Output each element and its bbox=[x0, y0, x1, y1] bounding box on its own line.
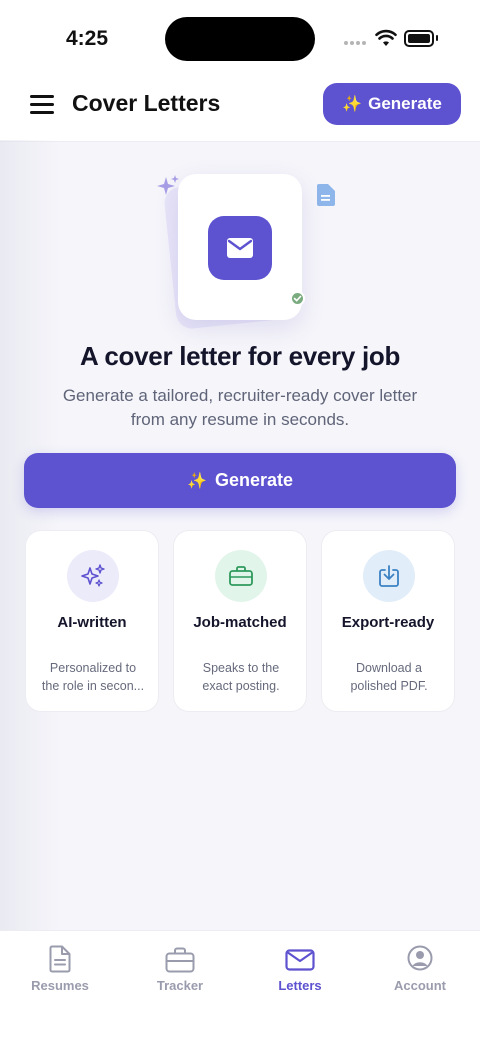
generate-label: Generate bbox=[214, 470, 293, 490]
tab-account[interactable]: Account bbox=[360, 945, 480, 1005]
briefcase-icon bbox=[165, 947, 195, 973]
menu-button[interactable] bbox=[30, 95, 54, 115]
status-time: 4:25 bbox=[66, 27, 109, 50]
feature-title: AI-written bbox=[57, 614, 127, 631]
tab-bar: Resumes Tracker Letters Account bbox=[0, 930, 480, 1040]
tab-tracker[interactable]: Tracker bbox=[120, 945, 240, 1005]
header-generate-button[interactable]: ✨ Generate bbox=[323, 83, 461, 125]
envelope-icon bbox=[285, 949, 315, 971]
feature-title: Job-matched bbox=[193, 614, 287, 631]
download-icon bbox=[379, 565, 399, 587]
feature-title: Export-ready bbox=[341, 614, 435, 631]
hero-title: A cover letter for every job bbox=[79, 341, 401, 371]
user-circle-icon bbox=[407, 945, 433, 971]
dynamic-island bbox=[165, 17, 315, 61]
tab-label: Account bbox=[394, 978, 446, 993]
tab-letters[interactable]: Letters bbox=[240, 945, 360, 1005]
wifi-icon bbox=[375, 29, 397, 46]
hero-envelope-tile bbox=[208, 216, 272, 280]
hero-subtitle: Generate a tailored, recruiter-ready cov… bbox=[62, 386, 418, 429]
feature-icon-circle bbox=[363, 550, 415, 602]
feature-card-ai-written: AI-written Personalized to the role in s… bbox=[25, 530, 159, 712]
signal-icon bbox=[344, 41, 366, 45]
sparkles-icon bbox=[81, 564, 105, 587]
feature-card-export-ready: Export-ready Download a polished PDF. bbox=[321, 530, 455, 712]
check-icon bbox=[290, 291, 305, 306]
app-header: Cover Letters ✨ Generate bbox=[0, 80, 480, 142]
feature-description: Personalized to the role in secon... bbox=[41, 661, 145, 693]
feature-card-job-matched: Job-matched Speaks to the exact posting. bbox=[173, 530, 307, 712]
briefcase-icon bbox=[229, 566, 253, 586]
hamburger-icon bbox=[30, 95, 54, 98]
sparkle-icon: ✨ bbox=[187, 472, 207, 490]
tab-label: Tracker bbox=[156, 978, 204, 993]
sparkle-icon: ✨ bbox=[342, 96, 363, 113]
feature-icon-circle bbox=[215, 550, 267, 602]
feature-icon-circle bbox=[67, 550, 119, 602]
feature-description: Speaks to the exact posting. bbox=[202, 661, 280, 693]
page-title: Cover Letters bbox=[72, 90, 221, 116]
feature-description: Download a polished PDF. bbox=[350, 661, 428, 693]
battery-icon bbox=[404, 30, 434, 47]
generate-button[interactable]: ✨ Generate bbox=[24, 453, 456, 508]
header-generate-label: Generate bbox=[368, 94, 442, 113]
envelope-icon bbox=[227, 238, 253, 258]
status-bar: 4:25 bbox=[0, 0, 480, 80]
tab-resumes[interactable]: Resumes bbox=[0, 945, 120, 1005]
document-icon bbox=[49, 945, 71, 973]
tab-label: Letters bbox=[278, 978, 322, 993]
document-icon bbox=[317, 184, 335, 206]
tab-label: Resumes bbox=[31, 978, 89, 993]
